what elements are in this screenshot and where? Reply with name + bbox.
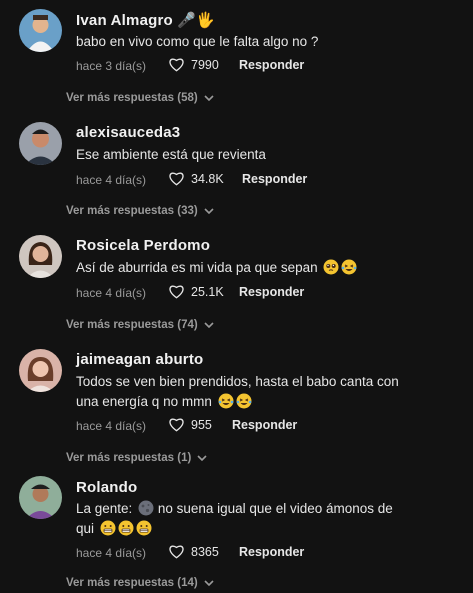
like-count: 25.1K bbox=[191, 284, 224, 299]
laughing-tears-icon bbox=[218, 393, 234, 409]
comment-time: hace 4 día(s) bbox=[76, 286, 147, 300]
pleading-face-icon bbox=[323, 259, 339, 275]
reply-button[interactable]: Responder bbox=[242, 172, 307, 186]
like-button[interactable]: 8365 bbox=[168, 544, 219, 559]
new-moon-face-icon bbox=[138, 500, 154, 516]
laughing-tears-icon bbox=[341, 259, 357, 275]
like-button[interactable]: 955 bbox=[168, 417, 212, 432]
comment-username[interactable]: alexisauceda3 bbox=[76, 124, 180, 141]
comment-username[interactable]: Ivan Almagro 🎤🖐 bbox=[76, 11, 215, 29]
heart-icon bbox=[169, 285, 184, 299]
raised-hand-icon: 🖐 bbox=[196, 12, 216, 29]
microphone-icon: 🎤 bbox=[177, 12, 197, 29]
laughing-tears-icon bbox=[236, 393, 252, 409]
avatar[interactable] bbox=[19, 476, 62, 519]
chevron-down-icon bbox=[204, 95, 214, 101]
comment-text: La gente: no suena igual que el video ám… bbox=[76, 500, 393, 536]
heart-icon bbox=[169, 58, 184, 72]
view-more-replies[interactable]: Ver más respuestas (33) bbox=[66, 205, 214, 217]
heart-icon bbox=[169, 172, 184, 186]
grimacing-face-icon bbox=[100, 520, 116, 536]
reply-button[interactable]: Responder bbox=[239, 285, 304, 299]
comment-text: Así de aburrida es mi vida pa que sepan bbox=[76, 258, 426, 278]
chevron-down-icon bbox=[204, 580, 214, 586]
comment-time: hace 3 día(s) bbox=[76, 59, 147, 73]
like-button[interactable]: 25.1K bbox=[168, 284, 224, 299]
comment-text: Todos se ven bien prendidos, hasta el ba… bbox=[76, 374, 399, 409]
chevron-down-icon bbox=[197, 455, 207, 461]
view-more-replies[interactable]: Ver más respuestas (58) bbox=[66, 92, 214, 104]
grimacing-face-icon bbox=[136, 520, 152, 536]
avatar[interactable] bbox=[19, 349, 62, 392]
avatar[interactable] bbox=[19, 235, 62, 278]
reply-button[interactable]: Responder bbox=[232, 418, 297, 432]
chevron-down-icon bbox=[204, 208, 214, 214]
view-more-replies[interactable]: Ver más respuestas (14) bbox=[66, 577, 214, 589]
like-button[interactable]: 34.8K bbox=[168, 171, 224, 186]
like-count: 7990 bbox=[191, 57, 219, 72]
comment-text: babo en vivo como que le falta algo no ? bbox=[76, 34, 319, 49]
avatar[interactable] bbox=[19, 122, 62, 165]
heart-icon bbox=[169, 545, 184, 559]
grimacing-face-icon bbox=[118, 520, 134, 536]
chevron-down-icon bbox=[204, 322, 214, 328]
comment-time: hace 4 día(s) bbox=[76, 419, 147, 433]
view-more-replies[interactable]: Ver más respuestas (74) bbox=[66, 319, 214, 331]
comment-time: hace 4 día(s) bbox=[76, 546, 147, 560]
like-count: 955 bbox=[191, 417, 212, 432]
like-button[interactable]: 7990 bbox=[168, 57, 219, 72]
comment-time: hace 4 día(s) bbox=[76, 173, 147, 187]
reply-button[interactable]: Responder bbox=[239, 545, 304, 559]
view-more-replies[interactable]: Ver más respuestas (1) bbox=[66, 452, 207, 464]
like-count: 34.8K bbox=[191, 171, 224, 186]
heart-icon bbox=[169, 418, 184, 432]
comment-username[interactable]: Rosicela Perdomo bbox=[76, 237, 210, 254]
avatar[interactable] bbox=[19, 9, 62, 52]
reply-button[interactable]: Responder bbox=[239, 58, 304, 72]
like-count: 8365 bbox=[191, 544, 219, 559]
comment-text: Ese ambiente está que revienta bbox=[76, 147, 266, 162]
comment-username[interactable]: Rolando bbox=[76, 479, 137, 496]
comment-username[interactable]: jaimeagan aburto bbox=[76, 351, 203, 368]
